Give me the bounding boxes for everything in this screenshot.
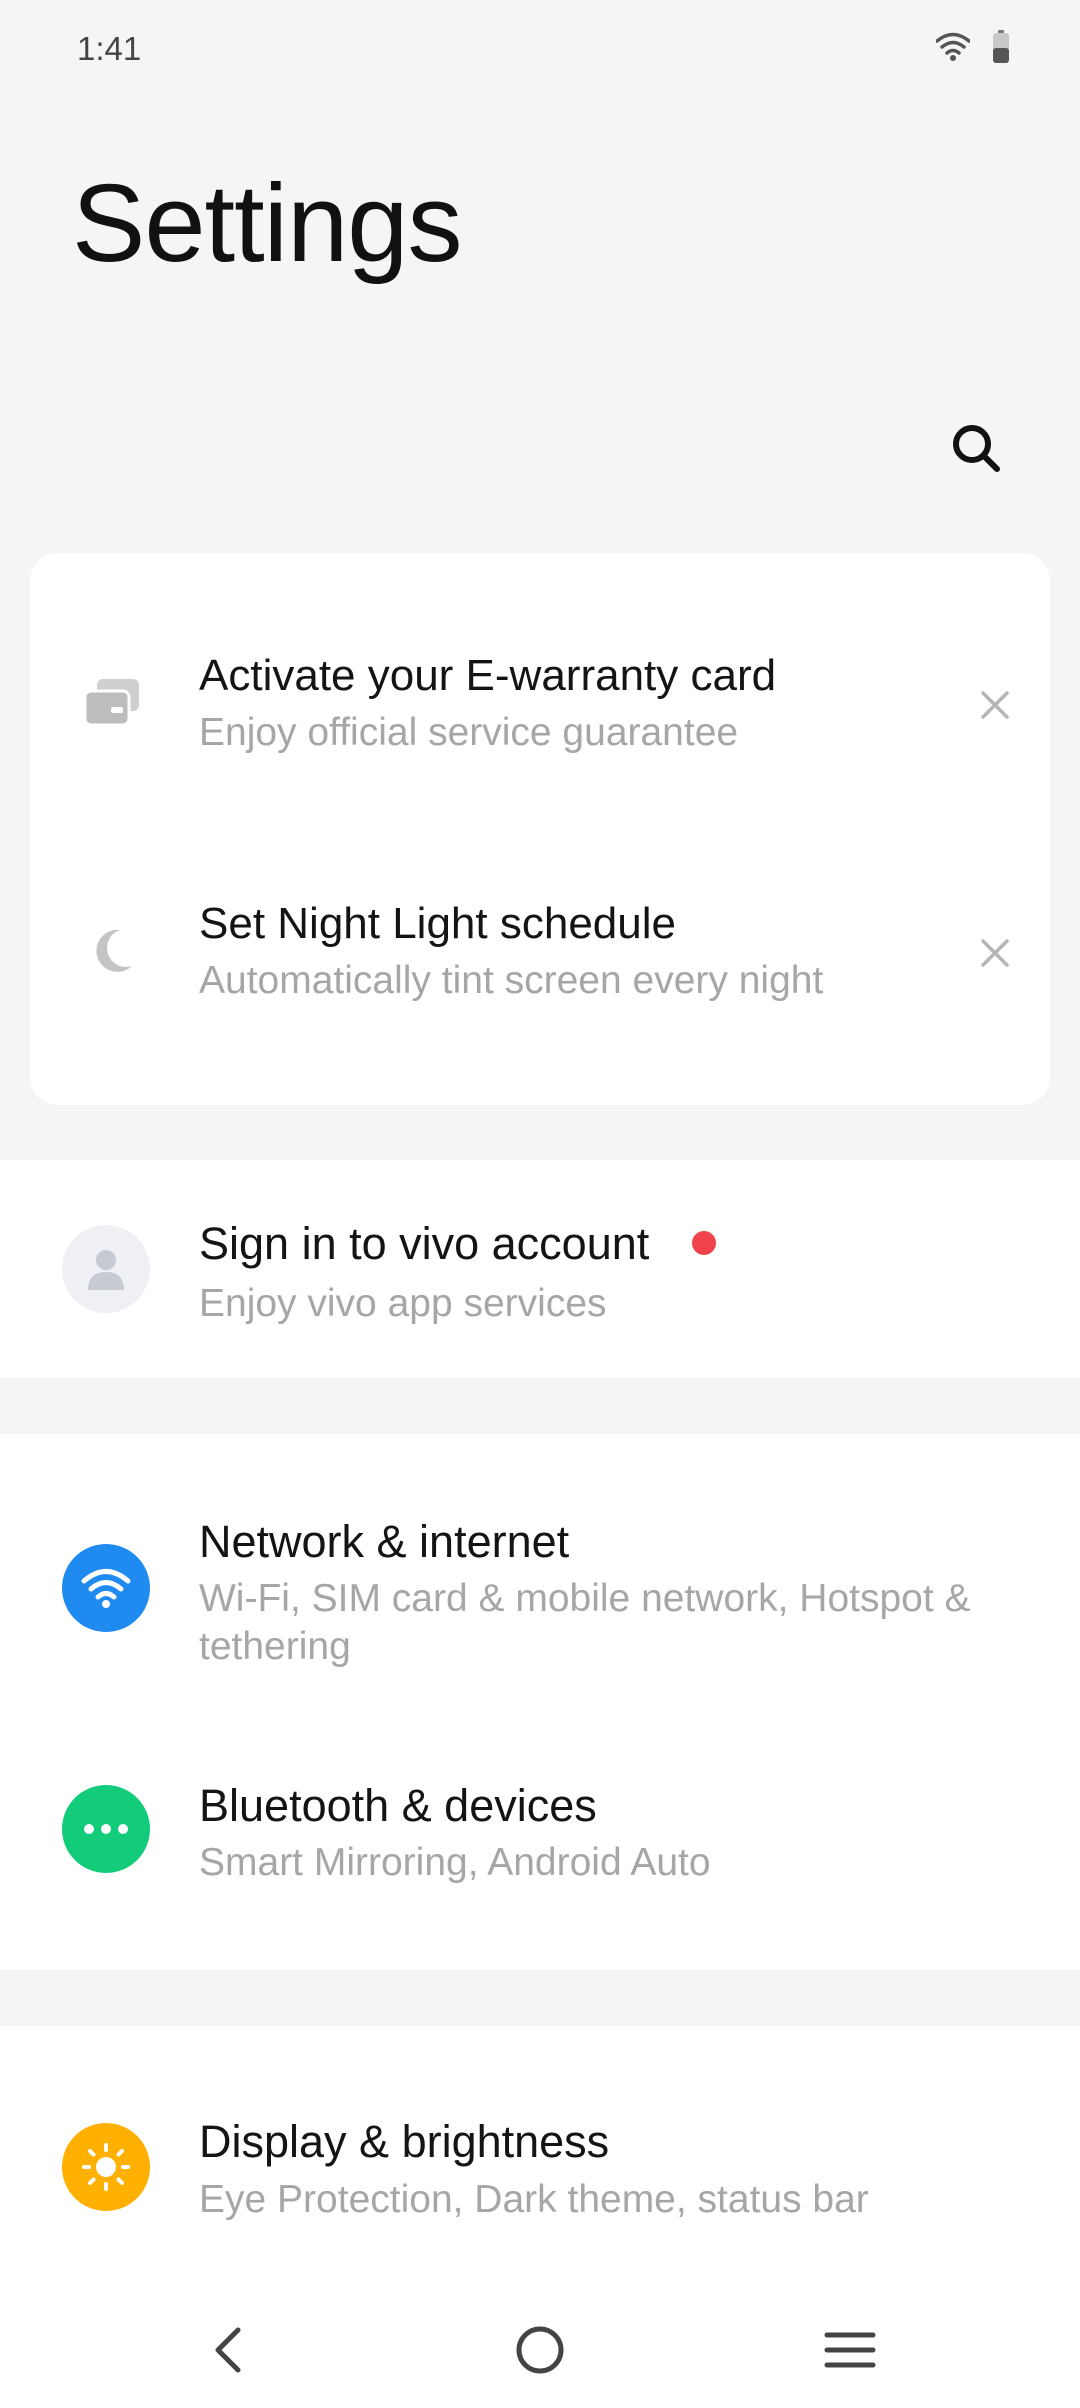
close-icon[interactable] — [970, 928, 1020, 978]
suggestion-ewarranty[interactable]: Activate your E-warranty card Enjoy offi… — [30, 603, 1050, 803]
suggestion-subtitle: Enjoy official service guarantee — [199, 711, 739, 754]
display-section: Display & brightness Eye Protection, Dar… — [0, 2026, 1080, 2290]
display-title: Display & brightness — [199, 2116, 610, 2167]
search-button[interactable] — [946, 420, 1006, 480]
person-icon — [88, 1250, 124, 1290]
back-icon[interactable] — [188, 2310, 268, 2390]
account-subtitle: Enjoy vivo app services — [199, 1282, 607, 1325]
menu-icon[interactable] — [810, 2310, 890, 2390]
suggestions-card: Activate your E-warranty card Enjoy offi… — [30, 553, 1050, 1105]
close-icon[interactable] — [970, 680, 1020, 730]
more-dots-icon — [62, 1785, 150, 1873]
status-bar: 1:41 — [0, 0, 1080, 100]
account-row[interactable]: Sign in to vivo account Enjoy vivo app s… — [0, 1160, 1080, 1378]
network-subtitle: Wi-Fi, SIM card & mobile network, Hotspo… — [199, 1577, 971, 1668]
network-title: Network & internet — [199, 1516, 570, 1567]
suggestion-subtitle: Automatically tint screen every night — [199, 959, 824, 1002]
home-icon[interactable] — [500, 2310, 580, 2390]
avatar — [62, 1225, 150, 1313]
bluetooth-subtitle: Smart Mirroring, Android Auto — [199, 1841, 711, 1884]
sun-icon — [62, 2123, 150, 2211]
suggestion-title: Set Night Light schedule — [199, 899, 676, 948]
connectivity-section: Network & internet Wi-Fi, SIM card & mob… — [0, 1434, 1080, 1970]
bluetooth-devices-row[interactable]: Bluetooth & devices Smart Mirroring, And… — [0, 1704, 1080, 1970]
bluetooth-title: Bluetooth & devices — [199, 1780, 597, 1831]
display-subtitle: Eye Protection, Dark theme, status bar — [199, 2178, 869, 2221]
account-title: Sign in to vivo account — [199, 1218, 650, 1269]
wifi-icon — [62, 1544, 150, 1632]
network-internet-row[interactable]: Network & internet Wi-Fi, SIM card & mob… — [0, 1434, 1080, 1704]
account-section: Sign in to vivo account Enjoy vivo app s… — [0, 1160, 1080, 1378]
status-icons — [935, 30, 1010, 69]
search-icon — [950, 422, 1002, 479]
display-brightness-row[interactable]: Display & brightness Eye Protection, Dar… — [0, 2026, 1080, 2290]
suggestion-night-light[interactable]: Set Night Light schedule Automatically t… — [30, 851, 1050, 1051]
moon-icon — [80, 919, 144, 983]
battery-icon — [992, 30, 1010, 69]
wifi-icon — [935, 32, 971, 67]
card-icon — [80, 671, 144, 735]
suggestion-title: Activate your E-warranty card — [199, 651, 777, 700]
settings-screen: 1:41 Settings Activate your E-warranty c… — [0, 0, 1080, 2408]
navigation-bar — [0, 2290, 1080, 2408]
status-time: 1:41 — [77, 30, 142, 67]
page-title: Settings — [72, 162, 462, 285]
notification-badge — [692, 1231, 716, 1255]
